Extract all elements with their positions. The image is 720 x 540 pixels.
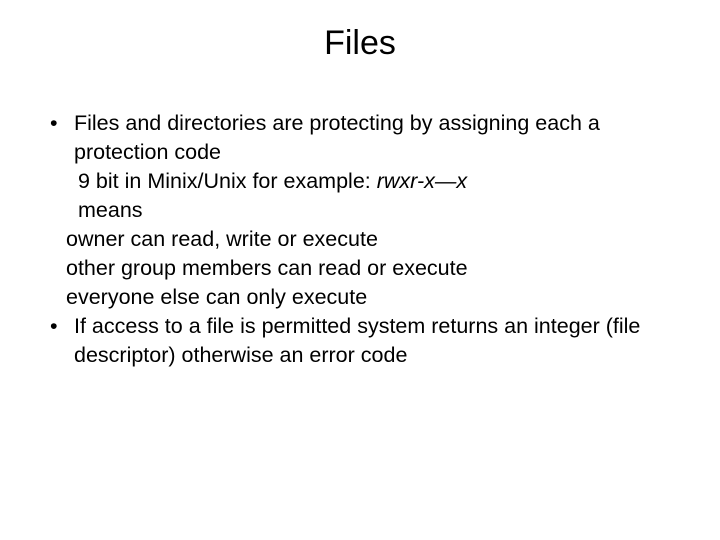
bullet-item-2: • If access to a file is permitted syste… (30, 312, 690, 370)
bullet-1-text: Files and directories are protecting by … (74, 109, 690, 167)
slide-title: Files (30, 24, 690, 63)
group-line: other group members can read or execute (30, 254, 690, 283)
everyone-line: everyone else can only execute (30, 283, 690, 312)
example-prefix: 9 bit in Minix/Unix for example: (78, 169, 377, 193)
bullet-2-text: If access to a file is permitted system … (74, 312, 690, 370)
example-line: 9 bit in Minix/Unix for example: rwxr-x—… (30, 167, 690, 196)
example-code: rwxr-x—x (377, 169, 467, 193)
bullet-icon: • (50, 312, 74, 370)
slide-body: • Files and directories are protecting b… (30, 109, 690, 370)
bullet-item-1: • Files and directories are protecting b… (30, 109, 690, 167)
bullet-icon: • (50, 109, 74, 167)
owner-line: owner can read, write or execute (30, 225, 690, 254)
means-line: means (30, 196, 690, 225)
